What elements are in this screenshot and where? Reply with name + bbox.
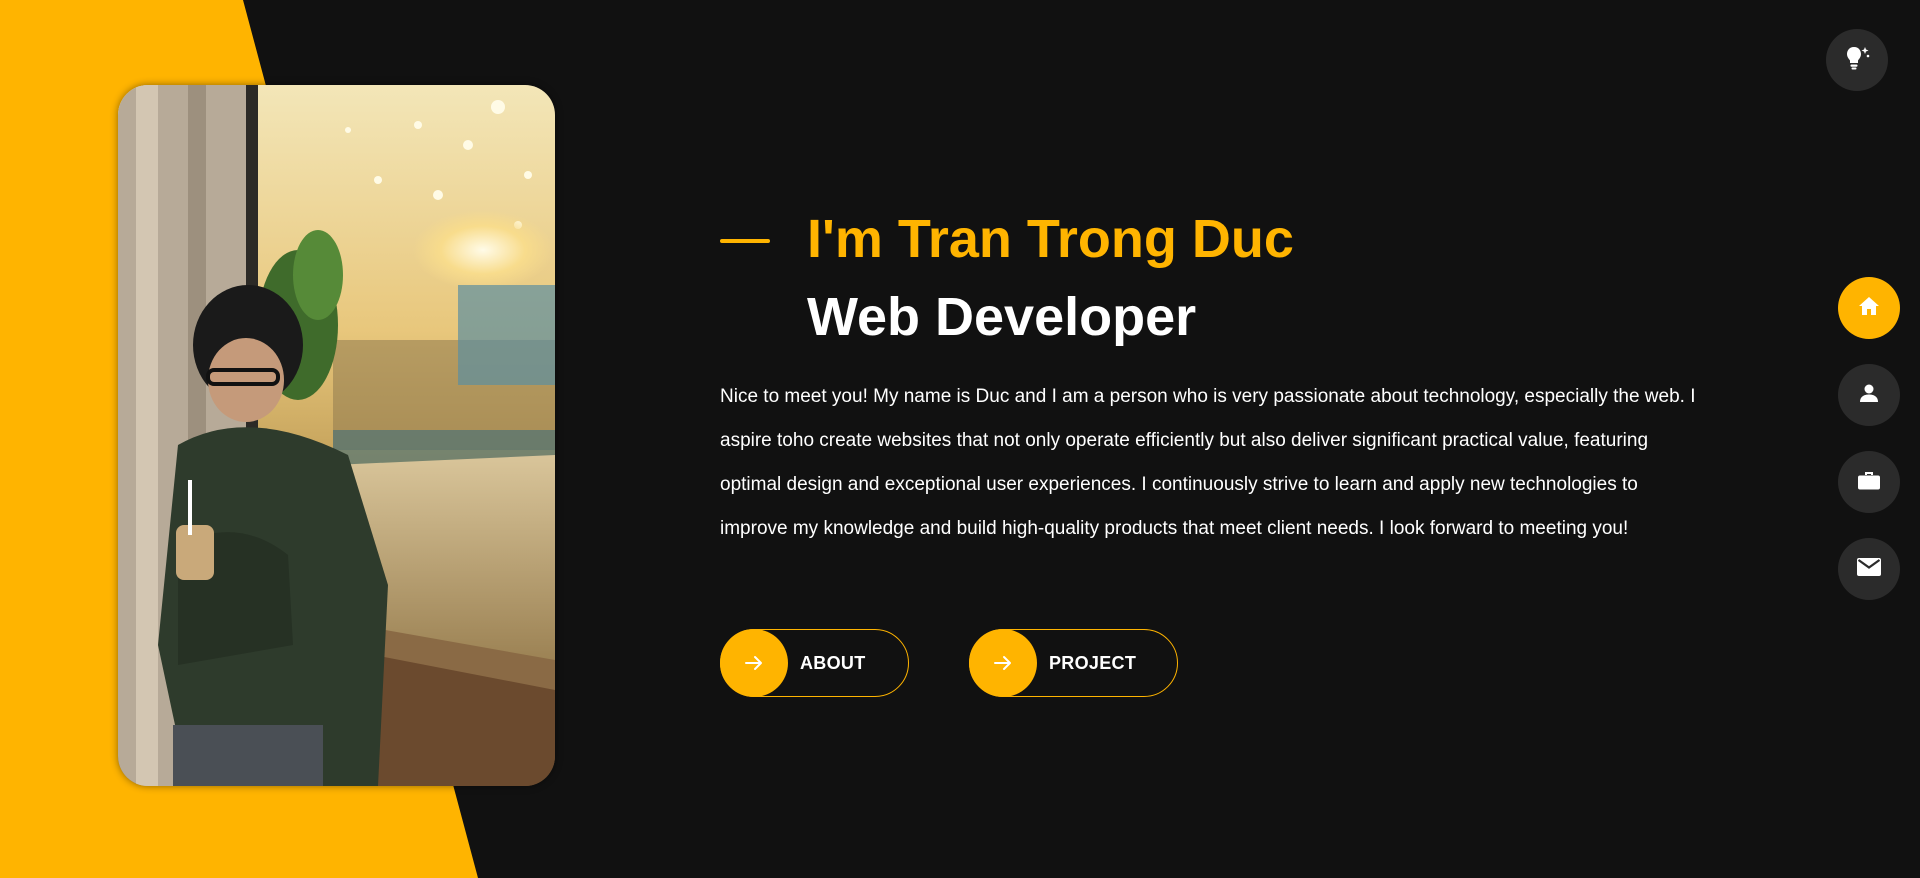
- mail-icon: [1856, 556, 1882, 583]
- arrow-right-icon: [969, 629, 1037, 697]
- user-icon: [1857, 381, 1881, 410]
- nav-portfolio-button[interactable]: [1838, 451, 1900, 513]
- briefcase-icon: [1856, 468, 1882, 497]
- nav-home-button[interactable]: [1838, 277, 1900, 339]
- profile-photo: [118, 85, 555, 786]
- project-button[interactable]: PROJECT: [969, 629, 1178, 697]
- theme-toggle-button[interactable]: [1826, 29, 1888, 91]
- side-navigation: [1838, 277, 1900, 600]
- hero-role: Web Developer: [807, 287, 1197, 347]
- arrow-right-icon: [720, 629, 788, 697]
- hero-intro-paragraph: Nice to meet you! My name is Duc and I a…: [720, 386, 1696, 539]
- project-button-label: PROJECT: [1049, 652, 1137, 673]
- home-icon: [1857, 294, 1881, 323]
- about-button-label: ABOUT: [800, 652, 866, 673]
- nav-about-button[interactable]: [1838, 364, 1900, 426]
- home-page: I'm Tran Trong Duc Web Developer Nice to…: [0, 0, 1920, 878]
- hero-name: I'm Tran Trong Duc: [807, 209, 1294, 269]
- heading-accent-line: [720, 239, 770, 243]
- lightbulb-icon: [1843, 44, 1871, 77]
- about-button[interactable]: ABOUT: [720, 629, 909, 697]
- nav-contact-button[interactable]: [1838, 538, 1900, 600]
